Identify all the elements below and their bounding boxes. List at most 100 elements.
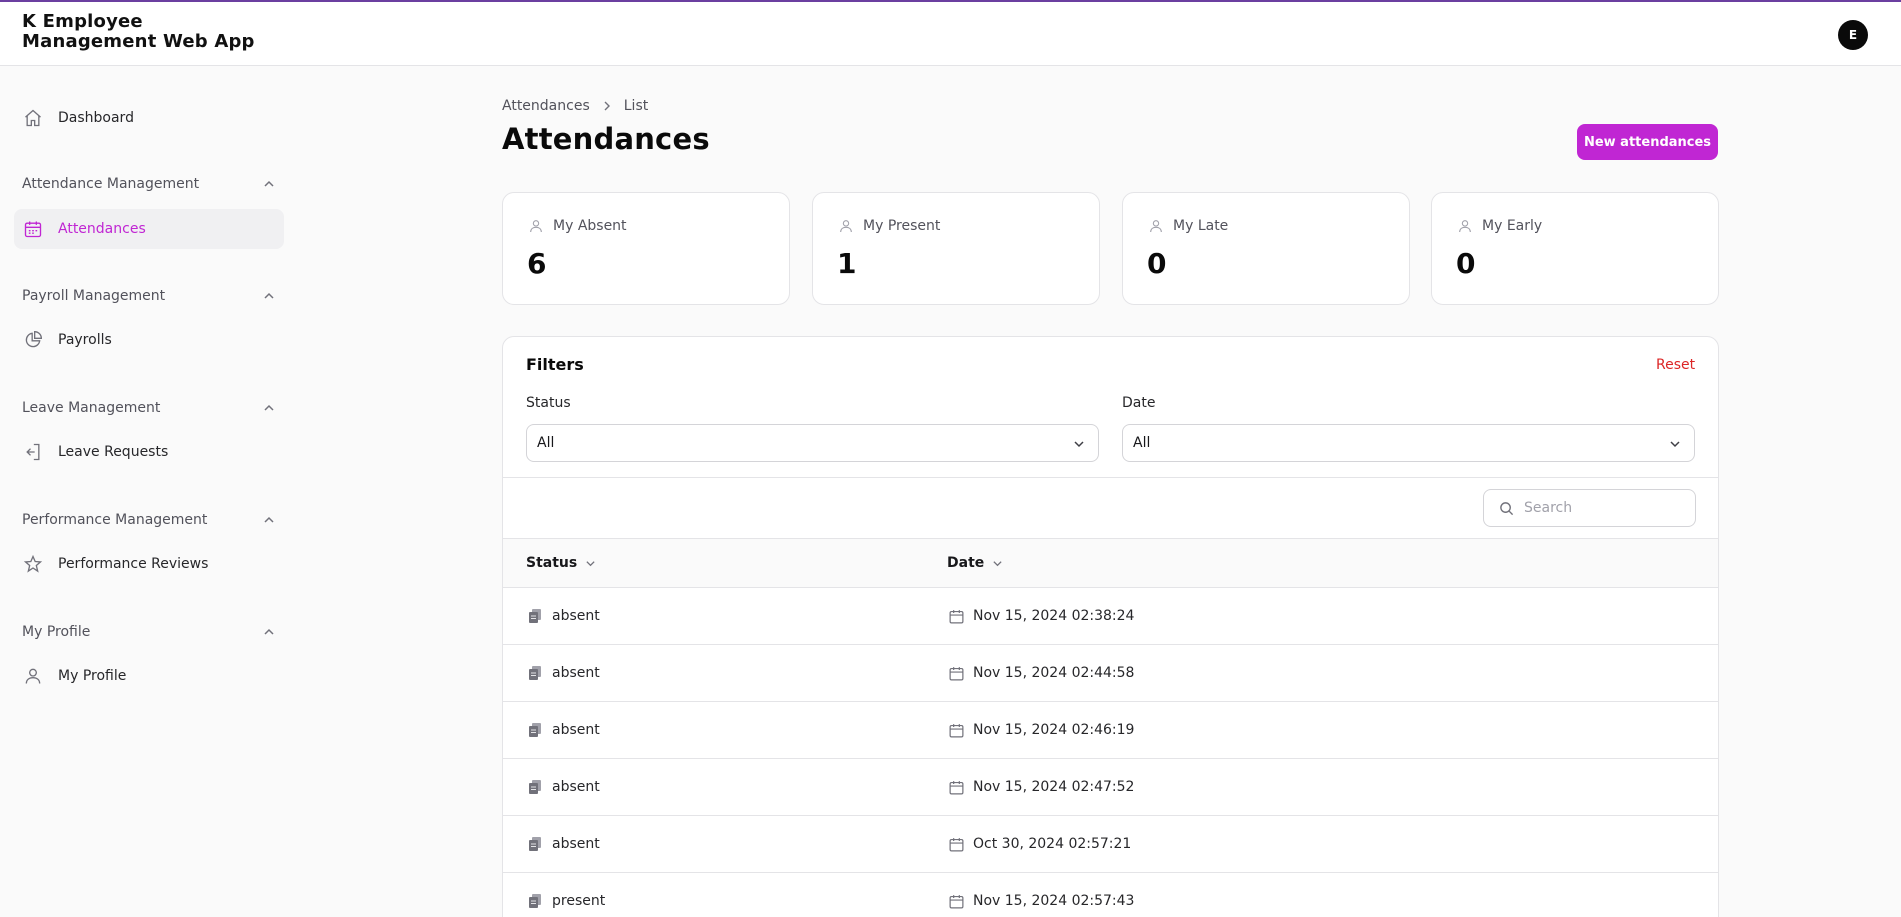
sidebar-item-payrolls[interactable]: Payrolls: [14, 320, 284, 360]
documents-icon: [526, 778, 544, 796]
stat-label: My Early: [1482, 218, 1543, 234]
chevron-up-icon[interactable]: [262, 513, 276, 527]
chevron-up-icon[interactable]: [262, 401, 276, 415]
sidebar-item-leave-requests[interactable]: Leave Requests: [14, 432, 284, 472]
app-title[interactable]: K Employee Management Web App: [22, 12, 282, 52]
top-bar: K Employee Management Web App E: [0, 0, 1901, 66]
chevron-down-icon: [583, 556, 597, 570]
sidebar-item-attendances[interactable]: Attendances: [14, 209, 284, 249]
sidebar-item-label: Performance Reviews: [58, 556, 209, 572]
user-icon: [837, 217, 855, 235]
stat-card-present: My Present 1: [812, 192, 1100, 305]
group-label: Leave Management: [22, 400, 161, 416]
calendar-icon: [947, 664, 965, 682]
new-attendances-button[interactable]: New attendances: [1577, 124, 1718, 160]
documents-icon: [526, 892, 544, 910]
sidebar-item-label: Leave Requests: [58, 444, 169, 460]
sidebar-item-label: My Profile: [58, 668, 127, 684]
calendar-icon: [947, 835, 965, 853]
table-row[interactable]: absent Nov 15, 2024 02:44:58: [503, 645, 1718, 702]
reset-filters-link[interactable]: Reset: [1656, 357, 1695, 373]
group-attendance-management[interactable]: Attendance Management: [22, 174, 276, 194]
sidebar-item-my-profile[interactable]: My Profile: [14, 656, 284, 696]
attendance-table-panel: Filters Reset Status All Date All Status…: [502, 336, 1719, 917]
group-performance-management[interactable]: Performance Management: [22, 510, 276, 530]
status-cell: present: [552, 893, 606, 909]
chevron-up-icon[interactable]: [262, 625, 276, 639]
search-box[interactable]: [1483, 489, 1696, 527]
stat-label: My Absent: [553, 218, 627, 234]
sidebar-item-performance-reviews[interactable]: Performance Reviews: [14, 544, 284, 584]
calendar-icon: [947, 892, 965, 910]
group-leave-management[interactable]: Leave Management: [22, 398, 276, 418]
stat-card-absent: My Absent 6: [502, 192, 790, 305]
user-icon: [1456, 217, 1474, 235]
user-icon: [527, 217, 545, 235]
sidebar-item-label: Dashboard: [58, 110, 134, 126]
date-cell: Nov 15, 2024 02:47:52: [973, 779, 1135, 795]
chevron-up-icon[interactable]: [262, 177, 276, 191]
date-cell: Nov 15, 2024 02:57:43: [973, 893, 1135, 909]
chevron-down-icon: [990, 556, 1004, 570]
sidebar-item-dashboard[interactable]: Dashboard: [14, 98, 284, 138]
documents-icon: [526, 607, 544, 625]
stat-card-late: My Late 0: [1122, 192, 1410, 305]
chevron-up-icon[interactable]: [262, 289, 276, 303]
table-row[interactable]: present Nov 15, 2024 02:57:43: [503, 873, 1718, 917]
date-filter-select[interactable]: All: [1122, 424, 1695, 462]
status-cell: absent: [552, 722, 600, 738]
calendar-icon: [947, 607, 965, 625]
table-header: Status Date: [503, 538, 1718, 588]
star-icon: [22, 553, 44, 575]
exit-door-icon: [22, 441, 44, 463]
column-label: Status: [526, 555, 578, 571]
date-cell: Nov 15, 2024 02:46:19: [973, 722, 1135, 738]
sidebar-item-label: Attendances: [58, 221, 146, 237]
breadcrumb: Attendances List: [502, 96, 648, 116]
table-row[interactable]: absent Nov 15, 2024 02:38:24: [503, 588, 1718, 645]
status-cell: absent: [552, 665, 600, 681]
status-cell: absent: [552, 608, 600, 624]
status-filter-value: All: [537, 435, 555, 451]
user-avatar[interactable]: E: [1838, 20, 1868, 50]
sidebar-item-label: Payrolls: [58, 332, 112, 348]
column-label: Date: [947, 555, 985, 571]
stat-value: 0: [1456, 247, 1476, 280]
group-payroll-management[interactable]: Payroll Management: [22, 286, 276, 306]
chevron-down-icon: [1668, 437, 1682, 451]
search-icon: [1498, 500, 1514, 516]
status-cell: absent: [552, 779, 600, 795]
table-row[interactable]: absent Oct 30, 2024 02:57:21: [503, 816, 1718, 873]
breadcrumb-attendances[interactable]: Attendances: [502, 98, 590, 114]
documents-icon: [526, 664, 544, 682]
stat-value: 0: [1147, 247, 1167, 280]
filters-title: Filters: [526, 355, 584, 374]
date-cell: Oct 30, 2024 02:57:21: [973, 836, 1132, 852]
status-filter-select[interactable]: All: [526, 424, 1099, 462]
stat-label: My Late: [1173, 218, 1229, 234]
home-icon: [22, 107, 44, 129]
group-my-profile[interactable]: My Profile: [22, 622, 276, 642]
user-icon: [22, 665, 44, 687]
chevron-down-icon: [1072, 437, 1086, 451]
calendar-icon: [22, 218, 44, 240]
date-cell: Nov 15, 2024 02:38:24: [973, 608, 1135, 624]
date-cell: Nov 15, 2024 02:44:58: [973, 665, 1135, 681]
group-label: Performance Management: [22, 512, 208, 528]
stat-value: 1: [837, 247, 857, 280]
table-row[interactable]: absent Nov 15, 2024 02:46:19: [503, 702, 1718, 759]
column-header-status[interactable]: Status: [526, 539, 597, 587]
filters-divider: [503, 477, 1718, 478]
date-filter-value: All: [1133, 435, 1151, 451]
group-label: Attendance Management: [22, 176, 200, 192]
table-row[interactable]: absent Nov 15, 2024 02:47:52: [503, 759, 1718, 816]
group-label: My Profile: [22, 624, 91, 640]
status-filter-label: Status: [526, 395, 571, 411]
user-icon: [1147, 217, 1165, 235]
stat-label: My Present: [863, 218, 941, 234]
column-header-date[interactable]: Date: [947, 539, 1004, 587]
calendar-icon: [947, 721, 965, 739]
stat-value: 6: [527, 247, 547, 280]
stat-card-early: My Early 0: [1431, 192, 1719, 305]
search-input[interactable]: [1524, 500, 1684, 516]
